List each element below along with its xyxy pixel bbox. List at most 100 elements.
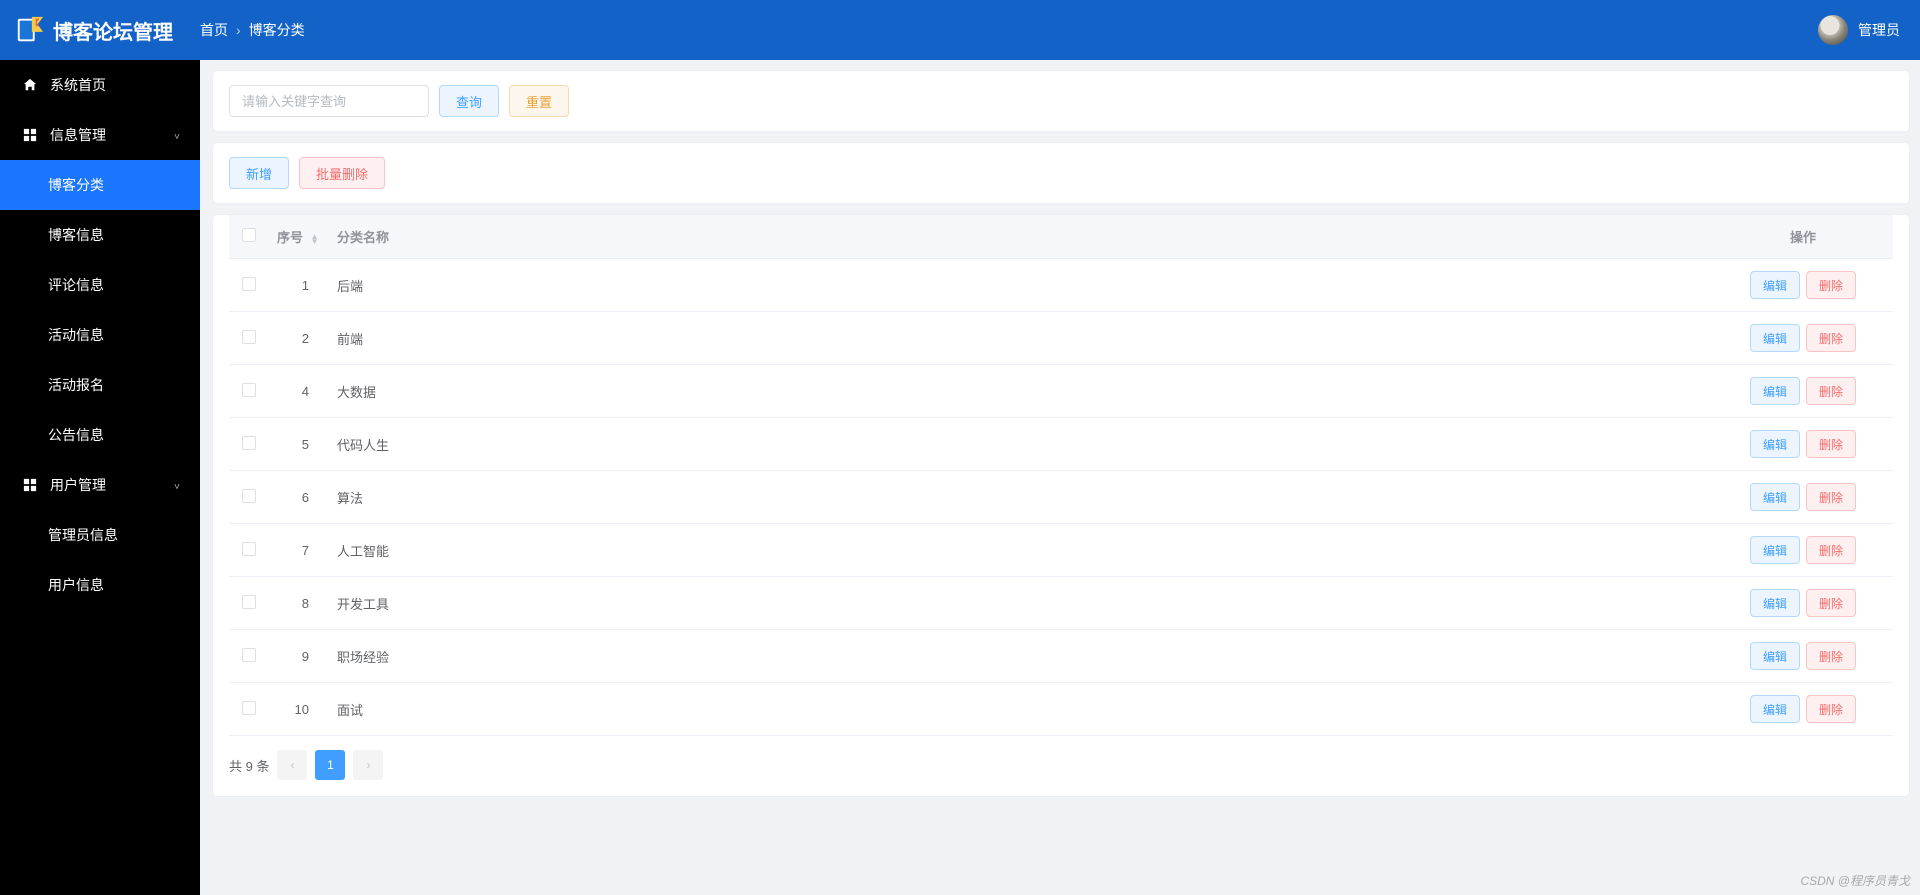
sidebar-subitem[interactable]: 用户信息	[0, 560, 200, 610]
edit-button[interactable]: 编辑	[1750, 536, 1800, 564]
cell-index: 5	[269, 418, 329, 471]
category-table: 序号 ▲▼ 分类名称 操作 1后端编辑删除2前端编辑删除4大数据编辑删除5代码人…	[229, 215, 1893, 736]
next-page-button[interactable]: ›	[353, 750, 383, 780]
delete-button[interactable]: 删除	[1806, 536, 1856, 564]
row-checkbox[interactable]	[242, 330, 256, 344]
row-checkbox[interactable]	[242, 701, 256, 715]
col-ops: 操作	[1713, 215, 1893, 259]
edit-button[interactable]: 编辑	[1750, 324, 1800, 352]
cell-index: 7	[269, 524, 329, 577]
sort-icon: ▲▼	[311, 234, 319, 244]
cell-index: 8	[269, 577, 329, 630]
sidebar-group-info[interactable]: 信息管理 ˄	[0, 110, 200, 160]
cell-index: 2	[269, 312, 329, 365]
cell-index: 1	[269, 259, 329, 312]
cell-index: 4	[269, 365, 329, 418]
breadcrumb-current: 博客分类	[249, 20, 305, 40]
app-title: 博客论坛管理	[53, 16, 173, 45]
row-checkbox[interactable]	[242, 489, 256, 503]
home-icon	[20, 78, 40, 92]
delete-button[interactable]: 删除	[1806, 324, 1856, 352]
breadcrumb-home[interactable]: 首页	[200, 20, 228, 40]
sidebar-subitem[interactable]: 活动信息	[0, 310, 200, 360]
delete-button[interactable]: 删除	[1806, 483, 1856, 511]
row-checkbox[interactable]	[242, 277, 256, 291]
cell-index: 6	[269, 471, 329, 524]
breadcrumb: 首页 › 博客分类	[200, 20, 305, 40]
cell-name: 大数据	[329, 365, 1713, 418]
cell-name: 开发工具	[329, 577, 1713, 630]
prev-page-button[interactable]: ‹	[277, 750, 307, 780]
sidebar-label: 系统首页	[50, 75, 106, 95]
avatar	[1818, 15, 1848, 45]
cell-name: 职场经验	[329, 630, 1713, 683]
logo-icon	[15, 15, 45, 45]
table-row: 1后端 编辑删除	[229, 259, 1893, 312]
header-bar: 博客论坛管理 首页 › 博客分类 管理员	[0, 0, 1920, 60]
sidebar-subitem[interactable]: 博客信息	[0, 210, 200, 260]
table-row: 2前端 编辑删除	[229, 312, 1893, 365]
table-row: 10面试 编辑删除	[229, 683, 1893, 736]
edit-button[interactable]: 编辑	[1750, 483, 1800, 511]
grid-icon	[20, 478, 40, 492]
row-checkbox[interactable]	[242, 436, 256, 450]
logo: 博客论坛管理	[15, 15, 200, 45]
sidebar-group-user[interactable]: 用户管理 ˄	[0, 460, 200, 510]
user-name: 管理员	[1858, 20, 1900, 40]
batch-delete-button[interactable]: 批量删除	[299, 157, 385, 189]
cell-name: 面试	[329, 683, 1713, 736]
add-button[interactable]: 新增	[229, 157, 289, 189]
edit-button[interactable]: 编辑	[1750, 377, 1800, 405]
cell-name: 代码人生	[329, 418, 1713, 471]
table-row: 4大数据 编辑删除	[229, 365, 1893, 418]
delete-button[interactable]: 删除	[1806, 377, 1856, 405]
pagination: 共 9 条 ‹ 1 ›	[229, 750, 1893, 780]
sidebar-subitem[interactable]: 活动报名	[0, 360, 200, 410]
edit-button[interactable]: 编辑	[1750, 695, 1800, 723]
query-button[interactable]: 查询	[439, 85, 499, 117]
delete-button[interactable]: 删除	[1806, 430, 1856, 458]
search-toolbar: 查询 重置	[212, 70, 1910, 132]
table-row: 9职场经验 编辑删除	[229, 630, 1893, 683]
row-checkbox[interactable]	[242, 648, 256, 662]
watermark: CSDN @程序员青戈	[1800, 872, 1910, 889]
total-text: 共 9 条	[229, 756, 269, 775]
chevron-right-icon: ›	[236, 22, 241, 38]
sidebar-subitem[interactable]: 公告信息	[0, 410, 200, 460]
cell-name: 后端	[329, 259, 1713, 312]
delete-button[interactable]: 删除	[1806, 695, 1856, 723]
content: 查询 重置 新增 批量删除 序号 ▲▼ 分类名称 操作	[200, 60, 1920, 895]
sidebar-label: 用户管理	[50, 475, 106, 495]
cell-index: 10	[269, 683, 329, 736]
user-menu[interactable]: 管理员	[1818, 15, 1900, 45]
table-row: 6算法 编辑删除	[229, 471, 1893, 524]
sidebar-item-home[interactable]: 系统首页	[0, 60, 200, 110]
chevron-up-icon: ˄	[174, 130, 180, 141]
edit-button[interactable]: 编辑	[1750, 642, 1800, 670]
sidebar-subitem[interactable]: 管理员信息	[0, 510, 200, 560]
cell-name: 前端	[329, 312, 1713, 365]
row-checkbox[interactable]	[242, 595, 256, 609]
cell-index: 9	[269, 630, 329, 683]
edit-button[interactable]: 编辑	[1750, 589, 1800, 617]
table-card: 序号 ▲▼ 分类名称 操作 1后端编辑删除2前端编辑删除4大数据编辑删除5代码人…	[212, 214, 1910, 797]
sidebar-subitem[interactable]: 博客分类	[0, 160, 200, 210]
sidebar-subitem[interactable]: 评论信息	[0, 260, 200, 310]
row-checkbox[interactable]	[242, 542, 256, 556]
edit-button[interactable]: 编辑	[1750, 430, 1800, 458]
reset-button[interactable]: 重置	[509, 85, 569, 117]
row-checkbox[interactable]	[242, 383, 256, 397]
search-input[interactable]	[229, 85, 429, 117]
page-number-button[interactable]: 1	[315, 750, 345, 780]
delete-button[interactable]: 删除	[1806, 642, 1856, 670]
delete-button[interactable]: 删除	[1806, 271, 1856, 299]
select-all-checkbox[interactable]	[242, 228, 256, 242]
cell-name: 人工智能	[329, 524, 1713, 577]
edit-button[interactable]: 编辑	[1750, 271, 1800, 299]
cell-name: 算法	[329, 471, 1713, 524]
delete-button[interactable]: 删除	[1806, 589, 1856, 617]
col-index[interactable]: 序号 ▲▼	[269, 215, 329, 259]
table-row: 5代码人生 编辑删除	[229, 418, 1893, 471]
chevron-up-icon: ˄	[174, 480, 180, 491]
sidebar: 系统首页 信息管理 ˄ 博客分类博客信息评论信息活动信息活动报名公告信息 用户管…	[0, 60, 200, 895]
